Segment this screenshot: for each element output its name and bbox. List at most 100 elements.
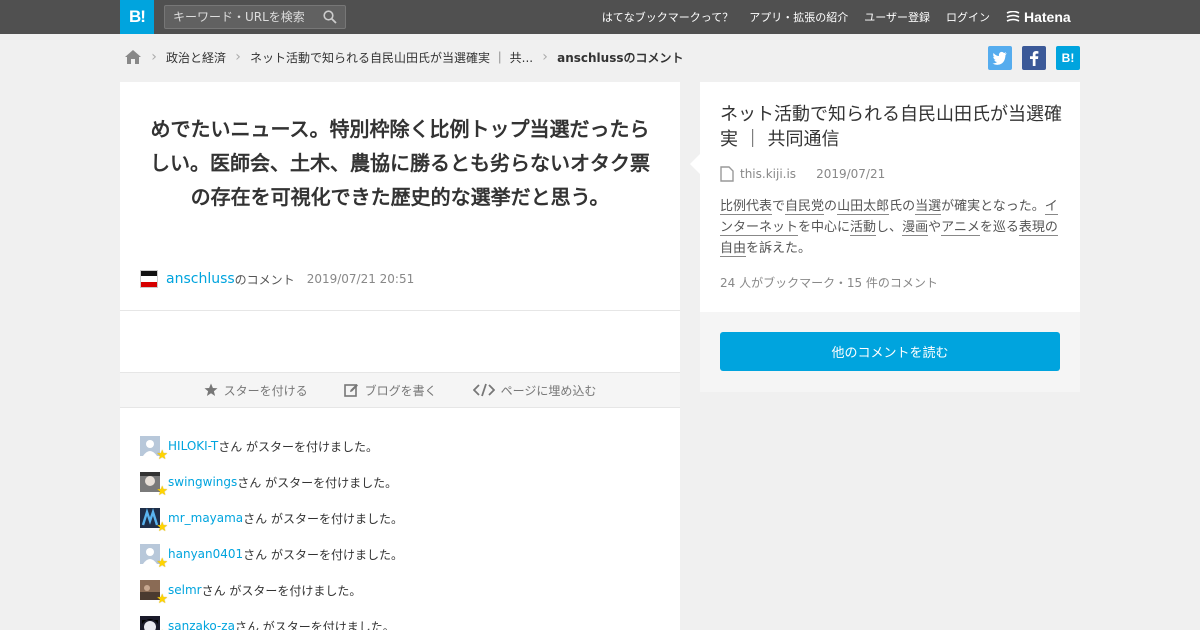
- breadcrumb-category[interactable]: 政治と経済: [166, 49, 226, 66]
- star-icon: ★: [156, 484, 168, 499]
- entry-card: ネット活動で知られる自民山田氏が当選確実 ｜ 共同通信 this.kiji.is…: [690, 82, 1080, 312]
- embed-label: ページに埋め込む: [500, 383, 597, 398]
- star-list: ★ HILOKI-T さん がスターを付けました。 ★ swingwings さ…: [140, 428, 660, 630]
- star-entry: ★ sanzako-za さん がスターを付けました。: [140, 608, 660, 630]
- breadcrumb-entry[interactable]: ネット活動で知られる自民山田氏が当選確実 ｜ 共...: [250, 49, 533, 66]
- star-icon: ★: [156, 556, 168, 571]
- summary-text: を巡る: [979, 220, 1019, 235]
- add-star-button[interactable]: スターを付ける: [204, 382, 308, 399]
- star-user-avatar[interactable]: ★: [140, 508, 168, 535]
- top-bar: B! はてなブックマークって？ アプリ・拡張の紹介 ユーザー登録 ログイン Ha…: [0, 0, 1200, 34]
- summary-text: し、: [876, 220, 903, 235]
- hatena-share-button[interactable]: B!: [1056, 46, 1080, 70]
- summary-text: を中心に: [798, 220, 851, 235]
- summary-keyword[interactable]: 山田太郎: [837, 199, 890, 215]
- star-user-avatar[interactable]: ★: [140, 436, 168, 463]
- search-icon[interactable]: [323, 10, 337, 24]
- star-icon: ★: [156, 520, 168, 535]
- entry-date: 2019/07/21: [816, 167, 886, 181]
- comment-text: めでたいニュース。特別枠除く比例トップ当選だったらしい。医師会、土木、農協に勝る…: [150, 117, 650, 209]
- comment-meta: anschluss のコメント 2019/07/21 20:51: [140, 270, 414, 288]
- search-input[interactable]: [165, 6, 315, 28]
- summary-text: の: [824, 199, 838, 214]
- comment-suffix: のコメント: [234, 272, 295, 287]
- facebook-icon: [1030, 51, 1039, 66]
- comment-card: めでたいニュース。特別枠除く比例トップ当選だったらしい。医師会、土木、農協に勝る…: [120, 82, 680, 630]
- home-icon[interactable]: [124, 49, 142, 65]
- star-user-link[interactable]: mr_mayama: [168, 511, 243, 525]
- star-message: さん がスターを付けました。: [234, 619, 395, 630]
- summary-keyword[interactable]: 活動: [850, 220, 877, 236]
- summary-text: が確実となった。: [941, 199, 1045, 214]
- add-star-label: スターを付ける: [223, 383, 308, 398]
- facebook-share-button[interactable]: [1022, 46, 1046, 70]
- entry-domain-link[interactable]: this.kiji.is: [740, 167, 796, 181]
- code-icon: [472, 383, 495, 397]
- entry-summary: 比例代表で自民党の山田太郎氏の当選が確実となった。インターネットを中心に活動し、…: [720, 196, 1065, 259]
- entry-counts-link[interactable]: 24 人がブックマーク・15 件のコメント: [720, 274, 938, 291]
- read-more-comments-button[interactable]: 他のコメントを読む: [720, 332, 1060, 371]
- star-entry: ★ swingwings さん がスターを付けました。: [140, 464, 660, 500]
- hatena-brand-text: Hatena: [1024, 9, 1071, 25]
- chevron-right-icon: ›: [151, 49, 157, 65]
- star-user-link[interactable]: HILOKI-T: [168, 439, 218, 453]
- about-link[interactable]: はてなブックマークって？: [602, 9, 733, 25]
- hatena-brand-link[interactable]: Hatena: [1006, 7, 1071, 27]
- signup-link[interactable]: ユーザー登録: [864, 9, 930, 25]
- star-user-link[interactable]: selmr: [168, 583, 202, 597]
- hatena-bookmark-logo[interactable]: B!: [120, 0, 154, 34]
- user-avatar[interactable]: [140, 270, 158, 288]
- star-message: さん がスターを付けました。: [218, 439, 379, 454]
- summary-keyword[interactable]: 自民党: [785, 199, 825, 215]
- entry-title-link[interactable]: ネット活動で知られる自民山田氏が当選確実 ｜ 共同通信: [720, 102, 1065, 152]
- star-icon: [204, 383, 218, 396]
- breadcrumb: › 政治と経済 › ネット活動で知られる自民山田氏が当選確実 ｜ 共... › …: [124, 46, 683, 68]
- star-entry: ★ mr_mayama さん がスターを付けました。: [140, 500, 660, 536]
- star-message: さん がスターを付けました。: [201, 583, 362, 598]
- summary-text: で: [772, 199, 786, 214]
- login-link[interactable]: ログイン: [946, 9, 990, 25]
- star-user-link[interactable]: hanyan0401: [168, 547, 243, 561]
- star-user-avatar[interactable]: ★: [140, 580, 168, 607]
- summary-keyword[interactable]: 当選: [915, 199, 942, 215]
- star-message: さん がスターを付けました。: [243, 547, 403, 562]
- more-comments-box: 他のコメントを読む: [700, 312, 1080, 392]
- star-entry: ★ selmr さん がスターを付けました。: [140, 572, 660, 608]
- star-entry: ★ HILOKI-T さん がスターを付けました。: [140, 428, 660, 464]
- chevron-right-icon: ›: [235, 49, 241, 65]
- summary-text: を訴えた。: [746, 241, 812, 256]
- comment-user-link[interactable]: anschluss: [166, 271, 235, 287]
- star-message: さん がスターを付けました。: [243, 511, 403, 526]
- top-nav: はてなブックマークって？ アプリ・拡張の紹介 ユーザー登録 ログイン: [602, 0, 990, 34]
- summary-text: 氏の: [889, 199, 916, 214]
- chevron-right-icon: ›: [542, 49, 548, 65]
- summary-text: や: [928, 220, 942, 235]
- star-user-avatar[interactable]: ★: [140, 616, 168, 630]
- search-box: [164, 5, 346, 29]
- entry-meta: this.kiji.is 2019/07/21: [720, 166, 885, 182]
- star-user-link[interactable]: swingwings: [168, 475, 237, 489]
- star-message: さん がスターを付けました。: [237, 475, 398, 490]
- document-icon: [720, 166, 734, 182]
- comment-date: 2019/07/21 20:51: [306, 272, 415, 286]
- divider: [120, 310, 680, 311]
- star-icon: ★: [156, 592, 168, 607]
- twitter-icon: [992, 51, 1007, 65]
- hatena-mark-icon: [1006, 11, 1020, 22]
- edit-icon: [343, 383, 358, 397]
- summary-keyword[interactable]: アニメ: [941, 220, 980, 236]
- embed-button[interactable]: ページに埋め込む: [472, 382, 597, 399]
- summary-keyword[interactable]: 比例代表: [720, 199, 773, 215]
- star-icon: ★: [156, 448, 168, 463]
- apps-link[interactable]: アプリ・拡張の紹介: [749, 9, 848, 25]
- star-entry: ★ hanyan0401 さん がスターを付けました。: [140, 536, 660, 572]
- write-blog-button[interactable]: ブログを書く: [343, 382, 437, 399]
- summary-keyword[interactable]: 漫画: [902, 220, 929, 236]
- action-bar: スターを付ける ブログを書く ページに埋め込む: [120, 372, 680, 408]
- star-user-avatar[interactable]: ★: [140, 544, 168, 571]
- write-blog-label: ブログを書く: [364, 383, 437, 398]
- star-user-link[interactable]: sanzako-za: [168, 619, 235, 630]
- star-user-avatar[interactable]: ★: [140, 472, 168, 499]
- breadcrumb-current: anschlussのコメント: [557, 50, 684, 65]
- twitter-share-button[interactable]: [988, 46, 1012, 70]
